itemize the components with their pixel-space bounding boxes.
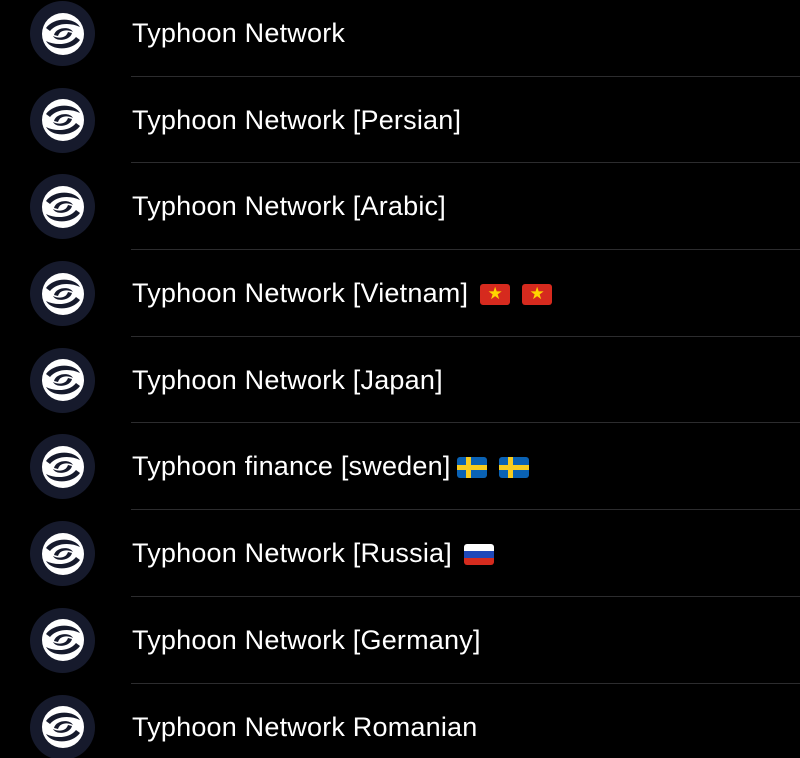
channel-name: Typhoon Network [Germany] xyxy=(132,624,481,655)
channel-row[interactable]: Typhoon Network xyxy=(0,0,800,77)
channel-title: Typhoon Network [Arabic] xyxy=(132,163,446,250)
typhoon-logo-icon xyxy=(30,87,95,153)
typhoon-logo-icon xyxy=(30,607,95,673)
channel-name: Typhoon Network [Japan] xyxy=(132,364,443,395)
channel-row[interactable]: Typhoon finance [sweden] xyxy=(0,423,800,511)
channel-name: Typhoon Network [Russia] xyxy=(132,538,452,569)
channel-name: Typhoon Network [Persian] xyxy=(132,104,462,135)
channel-title: Typhoon Network [Russia] xyxy=(132,510,494,597)
channel-row[interactable]: Typhoon Network [Vietnam] xyxy=(0,250,800,337)
channel-list: Typhoon Network Typhoon Network [Persian… xyxy=(0,0,800,758)
typhoon-logo-icon xyxy=(30,174,95,240)
channel-name: Typhoon Network Romanian xyxy=(132,711,478,742)
channel-row[interactable]: Typhoon Network [Arabic] xyxy=(0,163,800,251)
channel-row[interactable]: Typhoon Network Romanian xyxy=(0,684,800,758)
sweden-flag-icon xyxy=(498,457,529,479)
channel-name: Typhoon Network [Arabic] xyxy=(132,191,446,222)
channel-title: Typhoon Network [Germany] xyxy=(132,597,481,684)
sweden-flag-icon xyxy=(456,457,487,479)
channel-name: Typhoon finance [sweden] xyxy=(132,451,451,482)
typhoon-logo-icon xyxy=(30,261,95,327)
channel-title: Typhoon Network Romanian xyxy=(132,684,477,758)
channel-row[interactable]: Typhoon Network [Persian] xyxy=(0,77,800,164)
typhoon-logo-icon xyxy=(30,521,95,587)
russia-flag-icon xyxy=(463,544,494,566)
channel-title: Typhoon Network [Persian] xyxy=(132,77,461,164)
channel-name: Typhoon Network [Vietnam] xyxy=(132,278,469,309)
channel-title: Typhoon Network [Japan] xyxy=(132,337,443,424)
typhoon-logo-icon xyxy=(30,1,95,66)
vietnam-flag-icon xyxy=(480,284,511,306)
channel-title: Typhoon Network [Vietnam] xyxy=(132,250,553,337)
channel-title: Typhoon finance [sweden] xyxy=(132,423,529,510)
channel-row[interactable]: Typhoon Network [Germany] xyxy=(0,597,800,684)
channel-row[interactable]: Typhoon Network [Russia] xyxy=(0,510,800,597)
typhoon-logo-icon xyxy=(30,434,95,500)
channel-row[interactable]: Typhoon Network [Japan] xyxy=(0,337,800,424)
typhoon-logo-icon xyxy=(30,694,95,758)
typhoon-logo-icon xyxy=(30,347,95,413)
channel-name: Typhoon Network xyxy=(132,18,346,48)
vietnam-flag-icon xyxy=(522,284,553,306)
channel-title: Typhoon Network xyxy=(132,0,345,77)
